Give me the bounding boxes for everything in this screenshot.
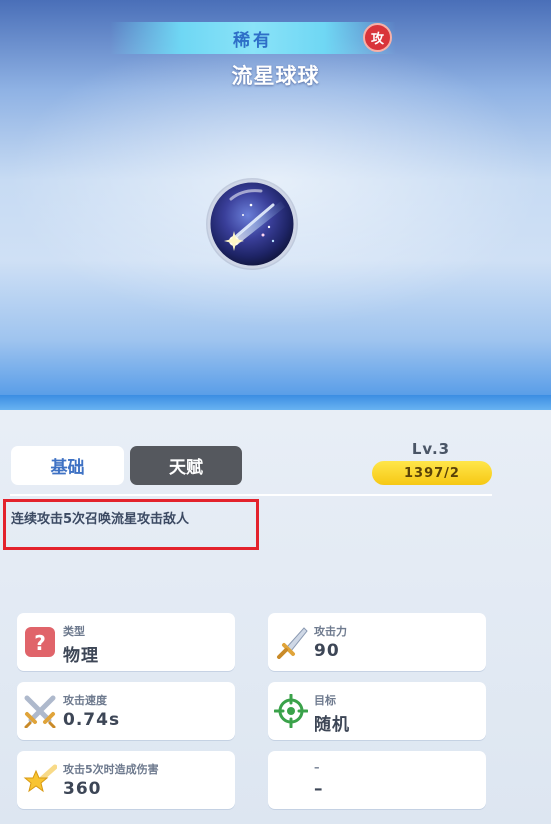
stat-card-damage: 攻击5次时造成伤害 360 [17,751,235,809]
stat-value: 物理 [63,646,99,666]
hero-section: 稀有 攻 流星球球 [0,0,551,410]
level-progress-pill: 1397/2 [372,461,492,485]
stat-card-attack-speed: 攻击速度 0.74s [17,682,235,740]
shooting-star-icon [23,763,58,797]
stat-value: 0.74s [63,710,121,730]
divider [10,494,492,496]
stat-value: 90 [314,641,340,661]
stat-label: 攻击5次时造成伤害 [63,763,159,776]
stat-label: 攻击力 [314,625,347,638]
sword-icon [274,625,308,659]
stat-card-attack: 攻击力 90 [268,613,486,671]
skill-description: 连续攻击5次召唤流星攻击敌人 [11,512,190,527]
stat-value: 随机 [314,715,350,735]
crossed-swords-icon [23,694,57,729]
level-progress-text: 1397/2 [404,465,460,481]
stat-value: – [314,779,324,799]
tab-talent[interactable]: 天赋 [130,446,242,485]
svg-text:?: ? [34,631,46,655]
stat-card-target: 目标 随机 [268,682,486,740]
stat-label: 攻击速度 [63,694,107,707]
meteor-orb-icon [203,175,301,273]
stat-label: 类型 [63,625,85,638]
stat-card-empty: – – [268,751,486,809]
rarity-label: 稀有 [233,30,273,51]
stat-card-type: ? 类型 物理 [17,613,235,671]
question-mark-icon: ? [23,625,57,659]
hero-bottom-band [0,395,551,410]
item-name: 流星球球 [231,64,320,88]
stat-value: 360 [63,779,102,799]
stat-label: 目标 [314,694,336,707]
level-label: Lv.3 [411,440,451,458]
stat-label: – [314,761,320,774]
rarity-banner: 稀有 [110,22,396,54]
crosshair-target-icon [273,693,309,729]
attack-type-badge: 攻 [363,23,392,52]
tab-basic[interactable]: 基础 [11,446,124,485]
